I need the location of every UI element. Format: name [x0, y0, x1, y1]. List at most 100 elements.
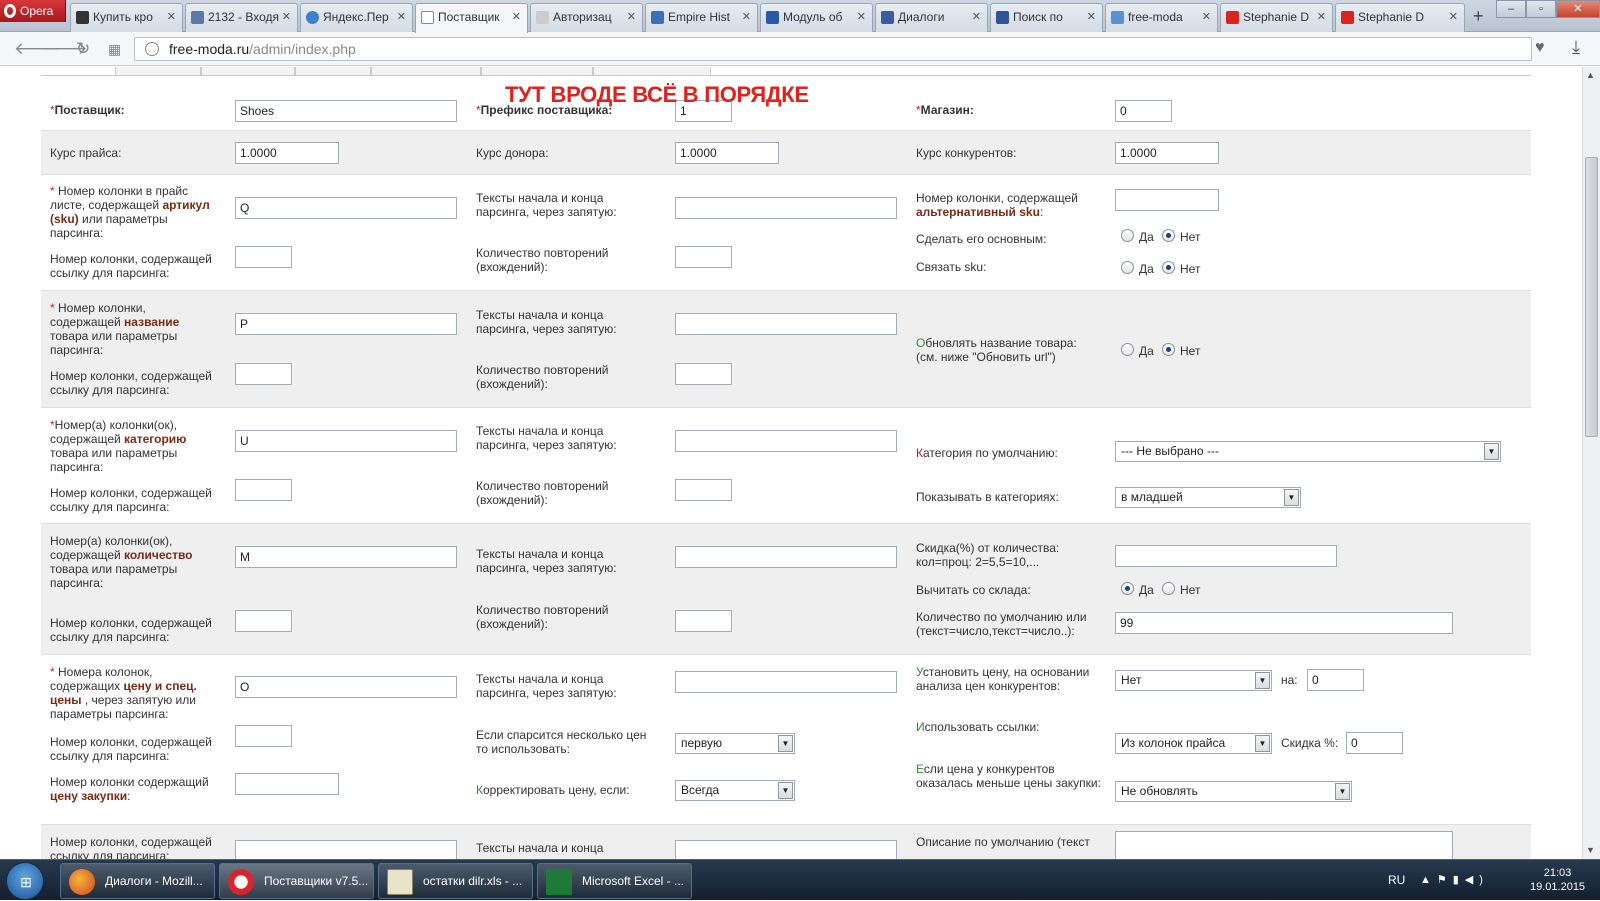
taskbar-opera[interactable]: Поставщики v7.5...: [219, 863, 374, 899]
tab-youtube-1[interactable]: Stephanie D ✕: [1220, 3, 1333, 32]
category-link-col-input[interactable]: [235, 479, 292, 501]
close-tab-icon[interactable]: ✕: [282, 4, 291, 31]
close-tab-icon[interactable]: ✕: [512, 4, 521, 31]
competitor-rate-input[interactable]: 1.0000: [1115, 142, 1219, 164]
competitor-lower-select[interactable]: Не обновлять ▼: [1115, 781, 1352, 802]
close-tab-icon[interactable]: ✕: [972, 4, 981, 31]
alt-sku-input[interactable]: [1115, 189, 1219, 211]
make-main-yes-radio[interactable]: [1121, 229, 1134, 242]
make-main-no-radio[interactable]: [1162, 229, 1175, 242]
name-parse-texts-input[interactable]: [675, 313, 897, 335]
admin-tab[interactable]: [201, 67, 295, 76]
desc-input[interactable]: [235, 840, 457, 859]
discount-input[interactable]: 0: [1346, 732, 1403, 754]
tab-yandex[interactable]: Яндекс.Пер ✕: [300, 3, 413, 32]
default-category-select[interactable]: --- Не выбрано --- ▼: [1115, 441, 1501, 462]
quantity-repeat-count-input[interactable]: [675, 610, 732, 632]
url-input[interactable]: free-moda.ru/admin/index.php: [134, 37, 1532, 61]
quantity-link-col-input[interactable]: [235, 610, 292, 632]
taskbar-xls-file[interactable]: остатки dilr.xls - ...: [378, 863, 533, 899]
close-window-button[interactable]: ✕: [1556, 0, 1600, 18]
close-tab-icon[interactable]: ✕: [627, 4, 636, 31]
tab-free-moda[interactable]: free-moda ✕: [1105, 3, 1218, 32]
sku-repeat-count-input[interactable]: [675, 246, 732, 268]
use-links-select[interactable]: Из колонок прайса ▼: [1115, 733, 1272, 754]
correct-price-select[interactable]: Всегда ▼: [675, 780, 795, 801]
multi-price-select[interactable]: первую ▼: [675, 733, 795, 754]
close-tab-icon[interactable]: ✕: [167, 4, 176, 31]
tab-module[interactable]: Модуль об ✕: [760, 3, 873, 32]
category-input[interactable]: U: [235, 430, 457, 452]
admin-tab[interactable]: [295, 67, 371, 76]
maximize-button[interactable]: ▫: [1526, 0, 1556, 18]
name-link-col-input[interactable]: [235, 363, 292, 385]
reload-icon[interactable]: ↻: [76, 39, 90, 59]
close-tab-icon[interactable]: ✕: [397, 4, 406, 31]
price-input[interactable]: O: [235, 676, 457, 698]
close-tab-icon[interactable]: ✕: [1087, 4, 1096, 31]
donor-rate-input[interactable]: 1.0000: [675, 142, 779, 164]
supplier-input[interactable]: Shoes: [235, 100, 457, 122]
admin-tab[interactable]: [115, 67, 201, 76]
page-scrollbar[interactable]: ▲ ▼: [1582, 67, 1600, 859]
subtract-stock-yes-radio[interactable]: [1121, 582, 1134, 595]
tab-search[interactable]: Поиск по ✕: [990, 3, 1103, 32]
scroll-down-arrow-icon[interactable]: ▼: [1586, 845, 1595, 855]
admin-tab[interactable]: [481, 67, 593, 76]
scrollbar-thumb[interactable]: [1585, 157, 1598, 437]
tab-kupit[interactable]: Купить кро ✕: [70, 3, 183, 32]
purchase-col-input[interactable]: [235, 773, 339, 795]
name-input[interactable]: P: [235, 313, 457, 335]
language-indicator[interactable]: RU: [1388, 873, 1405, 887]
heart-bookmark-icon[interactable]: ♥: [1535, 39, 1545, 57]
tab-empire[interactable]: Empire Hist ✕: [645, 3, 758, 32]
name-repeat-count-input[interactable]: [675, 363, 732, 385]
close-tab-icon[interactable]: ✕: [1202, 4, 1211, 31]
set-price-select[interactable]: Нет ▼: [1115, 670, 1272, 691]
taskbar-excel[interactable]: Microsoft Excel - ...: [537, 863, 692, 899]
shop-input[interactable]: 0: [1115, 100, 1172, 122]
scroll-up-arrow-icon[interactable]: ▲: [1586, 70, 1595, 80]
update-name-no-radio[interactable]: [1162, 343, 1175, 356]
price-link-col-input[interactable]: [235, 725, 292, 747]
quantity-parse-texts-input[interactable]: [675, 546, 897, 568]
default-qty-input[interactable]: 99: [1115, 612, 1453, 634]
sku-input[interactable]: Q: [235, 197, 457, 219]
sku-link-col-input[interactable]: [235, 246, 292, 268]
tab-suppliers[interactable]: Поставщик ✕: [415, 3, 528, 33]
close-tab-icon[interactable]: ✕: [1449, 4, 1458, 31]
download-icon[interactable]: ⤓: [1572, 37, 1580, 58]
on-input[interactable]: 0: [1307, 669, 1364, 691]
taskbar-firefox[interactable]: Диалоги - Mozill...: [60, 863, 215, 899]
clock[interactable]: 21:03 19.01.2015: [1530, 866, 1585, 894]
default-desc-textarea[interactable]: [1115, 831, 1453, 859]
tab-youtube-2[interactable]: Stephanie D ✕: [1335, 3, 1465, 32]
update-name-yes-radio[interactable]: [1121, 343, 1134, 356]
link-sku-yes-radio[interactable]: [1121, 261, 1134, 274]
tab-auth[interactable]: Авторизац ✕: [530, 3, 643, 32]
new-tab-button[interactable]: +: [1473, 6, 1484, 27]
category-repeat-count-input[interactable]: [675, 479, 732, 501]
category-parse-texts-input[interactable]: [675, 430, 897, 452]
close-tab-icon[interactable]: ✕: [1317, 4, 1326, 31]
price-rate-input[interactable]: 1.0000: [235, 142, 339, 164]
admin-tab[interactable]: [593, 67, 711, 76]
quantity-input[interactable]: M: [235, 546, 457, 568]
tab-mail[interactable]: 2132 - Входя ✕: [185, 3, 298, 32]
price-parse-texts-input[interactable]: [675, 671, 897, 693]
close-tab-icon[interactable]: ✕: [857, 4, 866, 31]
sku-parse-texts-input[interactable]: [675, 197, 897, 219]
site-info-icon[interactable]: [145, 42, 159, 56]
opera-menu-button[interactable]: Opera: [0, 0, 66, 22]
minimize-button[interactable]: –: [1496, 0, 1526, 18]
desc-parse-texts-input[interactable]: [675, 840, 897, 859]
tray-icons[interactable]: ▲⚑▮◀): [1420, 873, 1489, 886]
link-sku-no-radio[interactable]: [1162, 261, 1175, 274]
start-button[interactable]: ⊞: [6, 862, 44, 900]
subtract-stock-no-radio[interactable]: [1162, 582, 1175, 595]
show-in-categories-select[interactable]: в младшей ▼: [1115, 487, 1301, 508]
speed-dial-grid-icon[interactable]: ▦: [108, 41, 121, 58]
discount-qty-input[interactable]: [1115, 545, 1337, 567]
tab-dialogs[interactable]: Диалоги ✕: [875, 3, 988, 32]
close-tab-icon[interactable]: ✕: [742, 4, 751, 31]
